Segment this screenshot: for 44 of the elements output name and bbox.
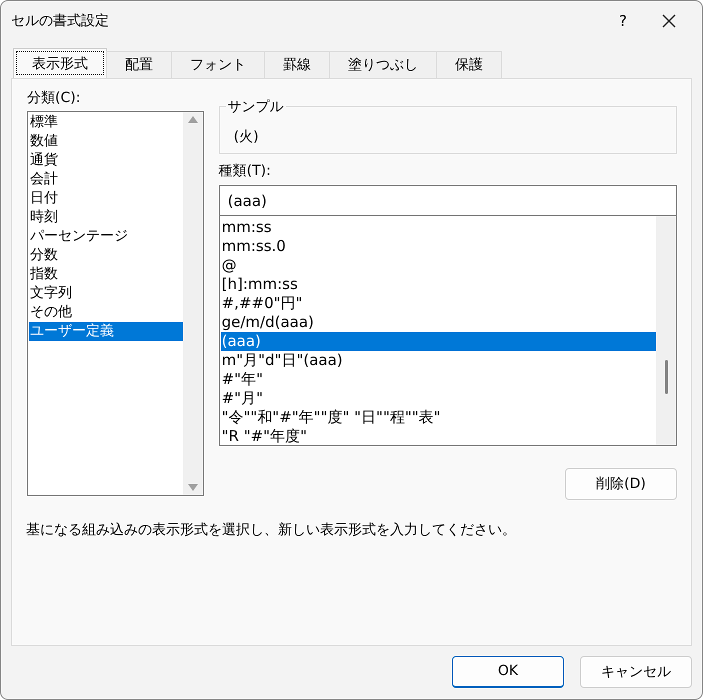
list-item[interactable]: mm:ss.0 (220, 237, 656, 256)
type-input-field[interactable]: (aaa) (218, 185, 677, 215)
list-item[interactable]: m"月"d"日"(aaa) (220, 351, 656, 370)
tab[interactable]: 配置 (106, 51, 172, 78)
list-item[interactable]: mm:ss (220, 218, 656, 237)
tab[interactable]: 表示形式 (13, 48, 107, 78)
list-item[interactable]: ge/m/d(aaa) (220, 313, 656, 332)
delete-button[interactable]: 削除(D) (565, 468, 677, 500)
sample-value: (火) (234, 129, 259, 145)
list-item[interactable]: 日付 (29, 189, 183, 208)
scroll-up-icon[interactable] (188, 116, 198, 123)
list-item[interactable]: #"年" (220, 370, 656, 389)
list-item[interactable]: [h]:mm:ss (220, 275, 656, 294)
list-item[interactable]: ユーザー定義 (29, 322, 183, 341)
list-item[interactable]: 指数 (29, 265, 183, 284)
list-item[interactable]: #"月" (220, 389, 656, 408)
list-item[interactable]: パーセンテージ (29, 227, 183, 246)
scroll-thumb[interactable] (664, 360, 668, 394)
list-item[interactable]: 会計 (29, 170, 183, 189)
list-item[interactable]: @ (220, 256, 656, 275)
scroll-down-icon[interactable] (188, 484, 198, 491)
type-list[interactable]: mm:ss mm:ss.0 @ [h]:mm:ss #,##0"円" ge/m/d(aaa) (aaa) m"月"d"日"(aaa) #"年" #"月" "令""和"#"年""度" "日""程""表" "R "#"年度" (218, 215, 677, 446)
list-item[interactable]: 文字列 (29, 284, 183, 303)
help-button[interactable]: ? (600, 10, 646, 32)
list-item[interactable]: #,##0"円" (220, 294, 656, 313)
cancel-button[interactable]: キャンセル (580, 656, 692, 688)
window-title: セルの書式設定 (11, 12, 110, 30)
list-item[interactable]: 通貨 (29, 151, 183, 170)
category-list[interactable]: 標準 数値 通貨 会計 日付 時刻 パーセンテージ 分数 指数 文字列 その他 ユーザー定義 (27, 111, 204, 496)
list-item[interactable]: (aaa) (220, 332, 656, 351)
list-item[interactable]: 分数 (29, 246, 183, 265)
list-item[interactable]: 数値 (29, 132, 183, 151)
category-label: 分類(C): (27, 89, 82, 108)
list-item[interactable]: その他 (29, 303, 183, 322)
list-item[interactable]: "令""和"#"年""度" "日""程""表" (220, 408, 656, 427)
list-item[interactable]: 時刻 (29, 208, 183, 227)
list-item[interactable]: 標準 (29, 113, 183, 132)
ok-button[interactable]: OK (452, 656, 564, 688)
type-label: 種類(T): (218, 162, 272, 181)
scrollbar[interactable] (182, 112, 203, 495)
scrollbar[interactable] (656, 216, 676, 445)
list-item[interactable]: "R "#"年度" (220, 427, 656, 445)
tab[interactable]: 保護 (436, 51, 502, 78)
description-text: 基になる組み込みの表示形式を選択し、新しい表示形式を入力してください。 (26, 521, 517, 540)
